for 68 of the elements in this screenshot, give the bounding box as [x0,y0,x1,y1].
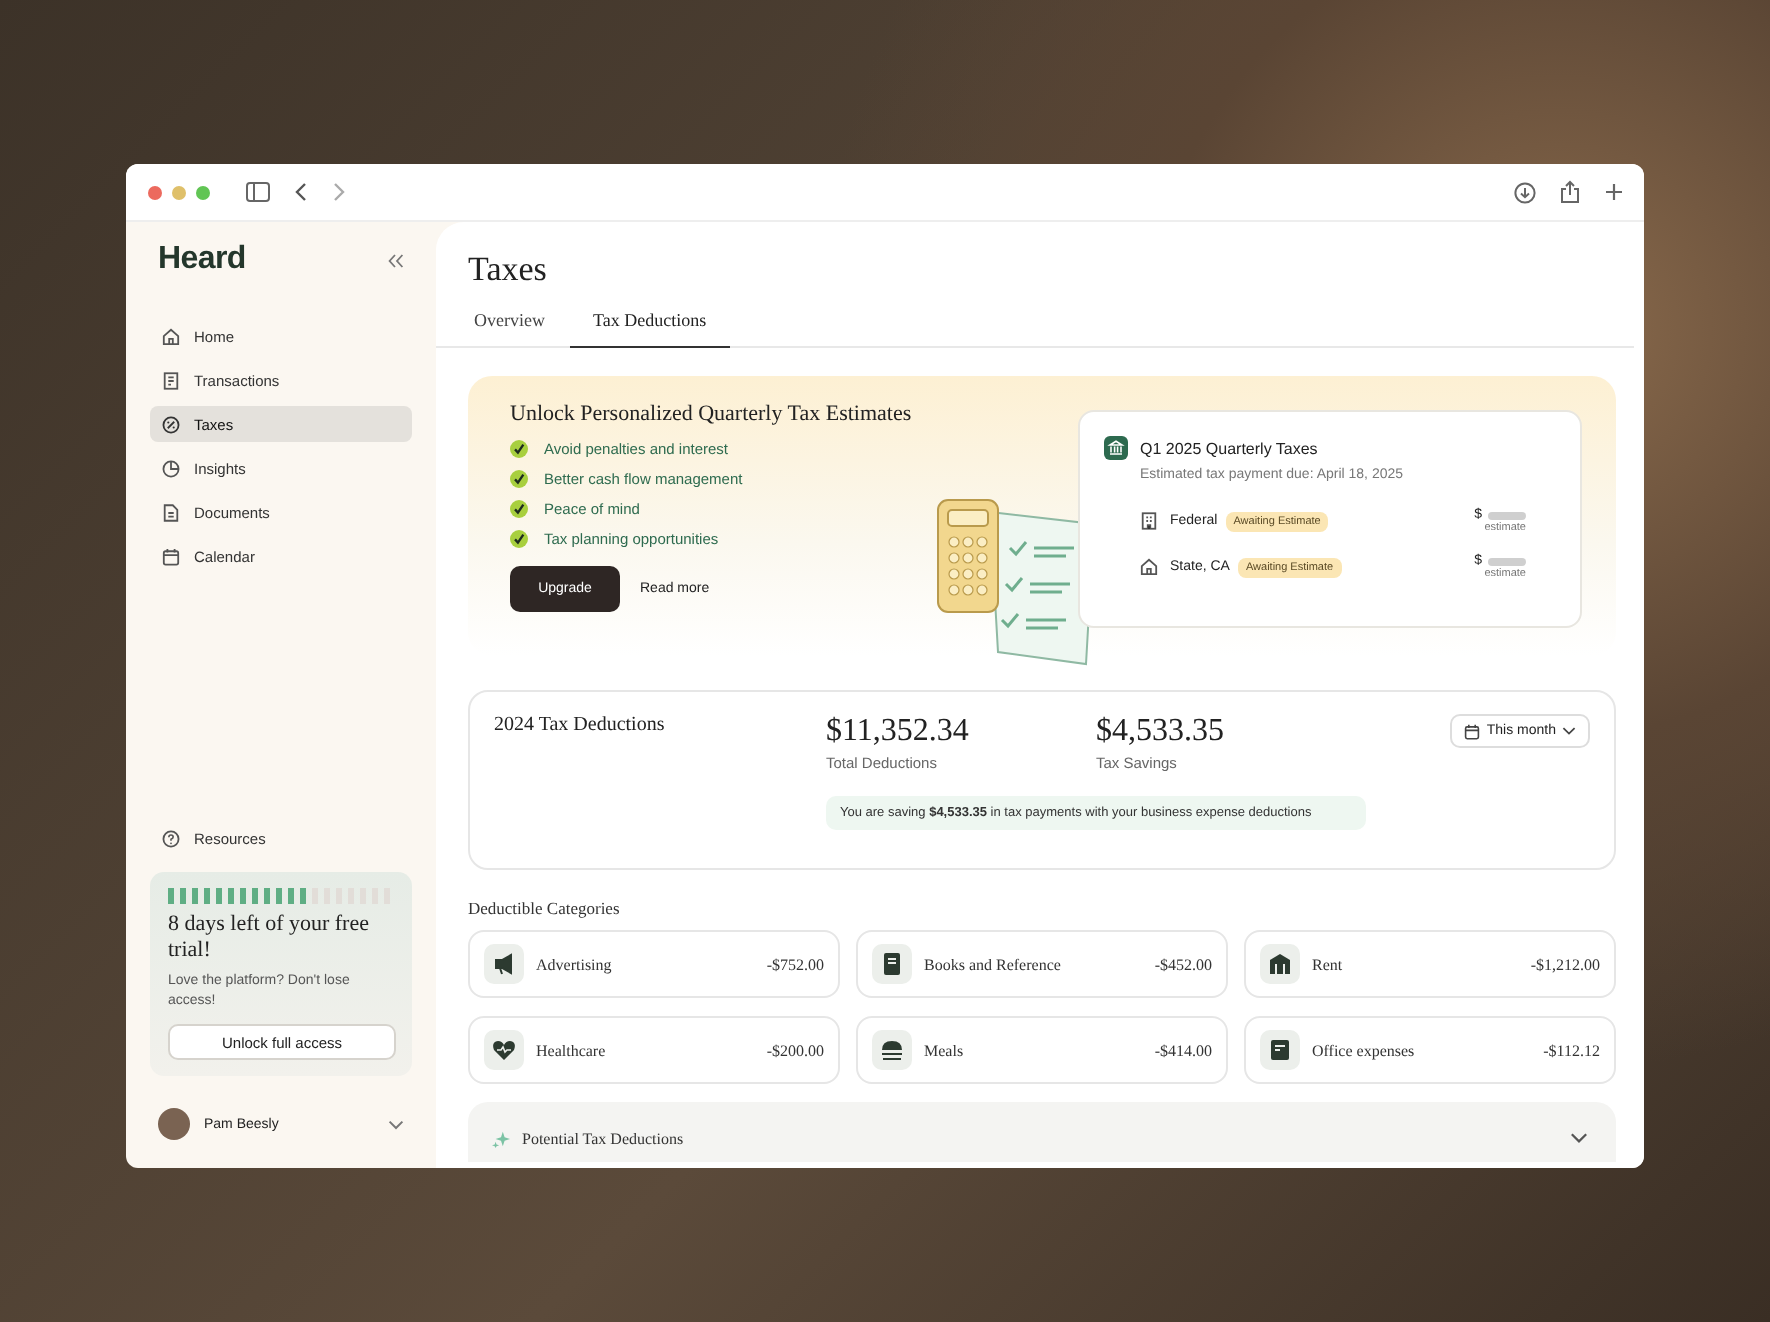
document-icon [162,503,180,521]
category-card[interactable]: Rent -$1,212.00 [1244,930,1616,998]
category-name: Books and Reference [924,955,1061,973]
avatar [158,1108,190,1140]
tab[interactable]: Tax Deductions [569,302,731,348]
close-window-button[interactable] [148,185,162,199]
advertising-icon [484,944,524,984]
office-icon [1260,1030,1300,1070]
category-card[interactable]: Meals -$414.00 [856,1016,1228,1084]
bank-icon [1104,436,1128,460]
forward-icon[interactable] [332,182,346,202]
check-icon [510,470,528,488]
category-card[interactable]: Healthcare -$200.00 [468,1016,840,1084]
placeholder-bar [1488,557,1526,565]
category-name: Advertising [536,955,612,973]
section-title: Deductible Categories [468,898,622,918]
check-icon [510,440,528,458]
meals-icon [872,1030,912,1070]
category-name: Office expenses [1312,1041,1415,1059]
calendar-icon [162,547,180,565]
category-card[interactable]: Advertising -$752.00 [468,930,840,998]
card-title: Q1 2025 Quarterly Taxes [1140,439,1318,457]
back-icon[interactable] [294,182,308,202]
banner-title: Unlock Personalized Quarterly Tax Estimates [510,402,914,426]
building-icon [1140,512,1158,530]
potential-deductions-title: Potential Tax Deductions [522,1129,684,1147]
maximize-window-button[interactable] [196,185,210,199]
sidebar-toggle-icon[interactable] [246,182,270,202]
home-icon [162,327,180,345]
summary-title: 2024 Tax Deductions [494,714,667,736]
percent-icon [162,415,180,433]
collapse-icon[interactable] [388,253,404,267]
help-icon [162,829,180,847]
category-amount: -$752.00 [766,955,824,973]
share-icon[interactable] [1560,180,1580,204]
category-amount: -$414.00 [1154,1041,1212,1059]
category-amount: -$452.00 [1154,955,1212,973]
check-icon [510,530,528,548]
logo: Heard [158,242,246,278]
category-name: Rent [1312,955,1343,973]
category-name: Healthcare [536,1041,606,1059]
receipt-icon [162,371,180,389]
trial-title: 8 days left of your free trial! [168,912,371,964]
new-tab-icon[interactable] [1604,182,1624,202]
placeholder-bar [1488,511,1526,519]
sparkle-icon [492,1129,510,1147]
category-amount: -$200.00 [766,1041,824,1059]
stat-value: $4,533.35 [1096,714,1226,750]
rent-icon [1260,944,1300,984]
category-amount: -$1,212.00 [1530,955,1600,973]
pie-chart-icon [162,459,180,477]
category-name: Meals [924,1041,964,1059]
books-icon [872,944,912,984]
tab[interactable]: Overview [450,302,569,348]
page-title: Taxes [468,250,549,290]
check-icon [510,500,528,518]
chevron-down-icon[interactable] [388,1119,404,1129]
calendar-icon [1464,723,1481,739]
stat-value: $11,352.34 [826,714,971,750]
category-card[interactable]: Office expenses -$112.12 [1244,1016,1616,1084]
potential-deductions-bar[interactable]: Potential Tax Deductions [468,1102,1616,1162]
chevron-icon [1570,1132,1588,1144]
health-icon [484,1030,524,1070]
category-card[interactable]: Books and Reference -$452.00 [856,930,1228,998]
chevron-down-icon [1562,726,1576,736]
category-amount: -$112.12 [1543,1041,1600,1059]
download-icon[interactable] [1514,181,1536,203]
house-icon [1140,558,1158,576]
